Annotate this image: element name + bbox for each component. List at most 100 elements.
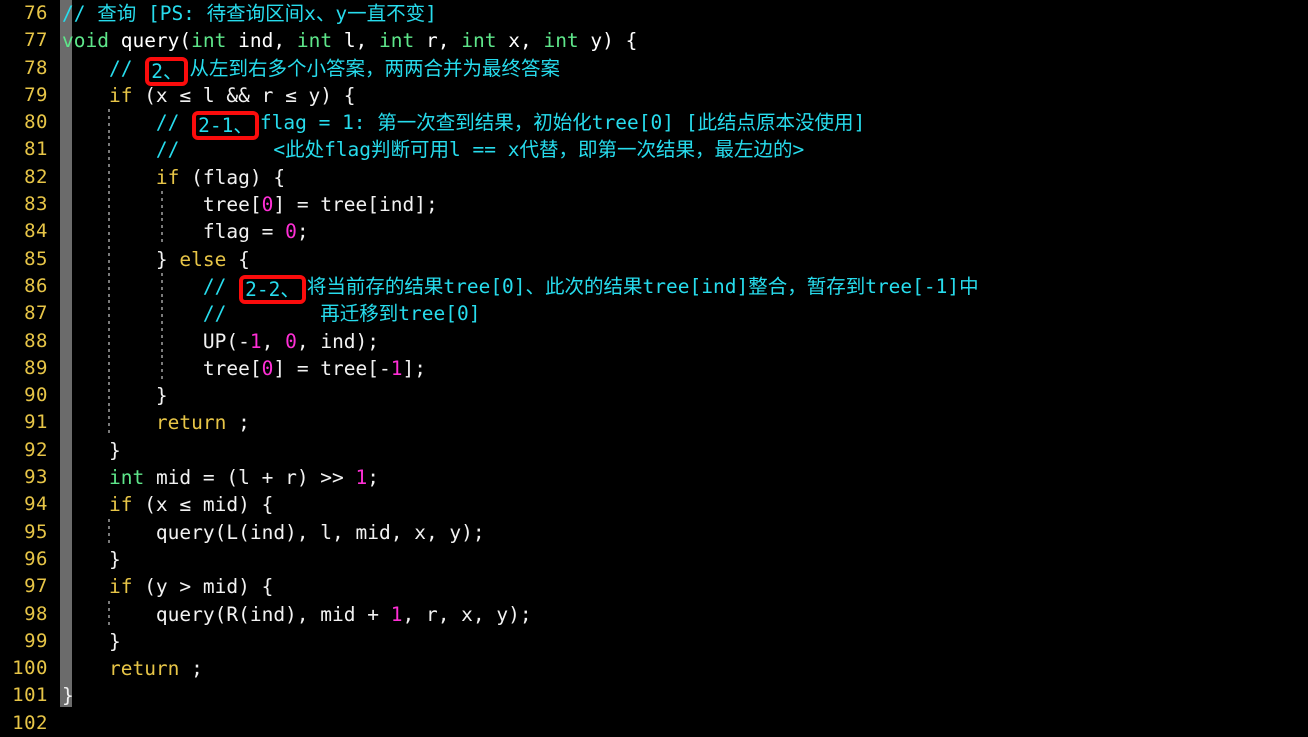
code-line[interactable]: 77 void query(int ind, int l, int r, int… (0, 27, 1308, 54)
line-content[interactable]: tree[0] = tree[ind]; (62, 191, 438, 219)
comment-text: 再迁移到tree[0] (226, 302, 481, 326)
token-text: mid = (l + r) >> (144, 466, 356, 490)
line-content[interactable]: if (y > mid) { (62, 573, 273, 600)
token-text: (y > mid) { (132, 575, 274, 599)
code-line[interactable]: 100 return ; (0, 655, 1308, 682)
code-line[interactable]: 84 flag = 0; (0, 218, 1308, 246)
code-editor[interactable]: 76 // 查询 [PS: 待查询区间x、y一直不变] 77 void quer… (0, 0, 1308, 734)
code-line[interactable]: 101 } (0, 682, 1308, 709)
token-text: UP(- (202, 329, 250, 353)
indent-guide (108, 327, 110, 355)
code-line[interactable]: 79 if (x ≤ l && r ≤ y) { (0, 82, 1308, 109)
token-keyword: else (179, 247, 227, 271)
code-line[interactable]: 94 if (x ≤ mid) { (0, 491, 1308, 518)
code-lines: 76 // 查询 [PS: 待查询区间x、y一直不变] 77 void quer… (0, 0, 1308, 737)
code-line[interactable]: 83 tree[0] = tree[ind]; (0, 191, 1308, 219)
token-text: tree[ (202, 193, 262, 217)
line-content[interactable]: } else { (62, 245, 250, 273)
line-content[interactable]: tree[0] = tree[-1]; (62, 354, 426, 383)
line-number: 99 (24, 629, 48, 652)
line-content[interactable]: if (x ≤ mid) { (62, 491, 273, 518)
token-text: , (261, 329, 286, 353)
line-content[interactable]: query(R(ind), mid + 1, r, x, y); (62, 600, 532, 628)
comment-text: 查询 [PS: 待查询区间x、y一直不变] (85, 2, 437, 25)
line-content[interactable]: } (62, 682, 74, 709)
token-brace: } (108, 438, 121, 462)
token-text: tree[ (202, 356, 262, 380)
token-keyword: if (108, 575, 133, 599)
code-line[interactable]: 87 // 再迁移到tree[0] (0, 300, 1308, 328)
line-content[interactable]: if (x ≤ l && r ≤ y) { (62, 82, 356, 109)
line-number: 85 (24, 247, 48, 270)
indent-guide (108, 136, 110, 164)
token-text: , r, x, y); (402, 602, 532, 626)
code-line[interactable]: 102 (0, 710, 1308, 737)
line-content[interactable]: return ; (62, 409, 250, 437)
line-content[interactable]: UP(-1, 0, ind); (62, 327, 379, 355)
line-content[interactable]: return ; (62, 655, 203, 682)
line-content[interactable]: void query(int ind, int l, int r, int x,… (62, 27, 637, 54)
code-line[interactable]: 90 } (0, 382, 1308, 410)
token-keyword: if (108, 493, 133, 517)
indent-guide (161, 272, 163, 301)
token-keyword: if (155, 165, 180, 189)
code-line[interactable]: 96 } (0, 546, 1308, 573)
code-line[interactable]: 97 if (y > mid) { (0, 573, 1308, 600)
code-line[interactable]: 81 // <此处flag判断可用l == x代替，即第一次结果，最左边的> (0, 136, 1308, 164)
line-number: 101 (12, 684, 48, 707)
token-text: { (226, 247, 250, 271)
token-number: 1 (355, 466, 368, 490)
token-text: r, (414, 29, 462, 53)
indent-guide (161, 191, 163, 219)
line-content[interactable]: } (62, 437, 121, 464)
line-content[interactable]: // 查询 [PS: 待查询区间x、y一直不变] (62, 0, 437, 27)
code-line[interactable]: 95 query(L(ind), l, mid, x, y); (0, 518, 1308, 546)
code-line[interactable]: 93 int mid = (l + r) >> 1; (0, 464, 1308, 491)
indent-guide (108, 382, 110, 410)
code-line[interactable]: 85 } else { (0, 245, 1308, 273)
code-line[interactable]: 80 // 2-1、 flag = 1: 第一次查到结果，初始化tree[0] [… (0, 109, 1308, 141)
token-text: ; (367, 466, 380, 490)
line-content[interactable]: int mid = (l + r) >> 1; (62, 464, 379, 491)
code-line[interactable]: 91 return ; (0, 409, 1308, 437)
token-type: int (543, 29, 579, 53)
code-line[interactable]: 86 // 2-2、 将当前存的结果tree[0]、此次的结果tree[ind]整… (0, 272, 1308, 304)
token-text: (flag) { (179, 165, 286, 189)
line-number: 81 (24, 138, 48, 161)
indent-guide (108, 245, 110, 273)
line-number: 87 (24, 302, 48, 325)
code-line[interactable]: 76 // 查询 [PS: 待查询区间x、y一直不变] (0, 0, 1308, 27)
token-text: (x ≤ mid) { (132, 493, 274, 517)
code-line[interactable]: 98 query(R(ind), mid + 1, r, x, y); (0, 600, 1308, 628)
line-number: 80 (24, 111, 48, 134)
line-content[interactable]: flag = 0; (62, 218, 309, 246)
code-line[interactable]: 89 tree[0] = tree[-1]; (0, 354, 1308, 383)
code-line[interactable]: 88 UP(-1, 0, ind); (0, 327, 1308, 355)
indent-guide (108, 354, 110, 383)
line-content[interactable]: if (flag) { (62, 163, 286, 192)
line-content[interactable]: query(L(ind), l, mid, x, y); (62, 518, 485, 546)
code-line[interactable]: 82 if (flag) { (0, 163, 1308, 192)
indent-guide (108, 518, 110, 546)
token-text: query(L(ind), l, mid, x, y); (155, 520, 485, 544)
token-type: int (296, 29, 333, 53)
line-content[interactable]: } (62, 628, 121, 655)
line-content[interactable]: } (62, 382, 168, 410)
code-line[interactable]: 78 // 2、 从左到右多个小答案，两两合并为最终答案 (0, 55, 1308, 86)
code-line[interactable]: 99 } (0, 628, 1308, 655)
line-content[interactable]: } (62, 546, 121, 573)
indent-guide (161, 327, 163, 355)
comment-slashes: // (108, 56, 145, 80)
code-line[interactable]: 92 } (0, 437, 1308, 464)
comment-slashes: // (62, 2, 86, 25)
line-content[interactable]: // <此处flag判断可用l == x代替，即第一次结果，最左边的> (62, 136, 804, 164)
line-content[interactable]: // 再迁移到tree[0] (62, 300, 481, 328)
line-number: 100 (12, 657, 48, 680)
token-brace: } (155, 247, 180, 271)
indent-guide (161, 218, 163, 246)
token-type: int (108, 466, 145, 490)
indent-guide (161, 300, 163, 328)
